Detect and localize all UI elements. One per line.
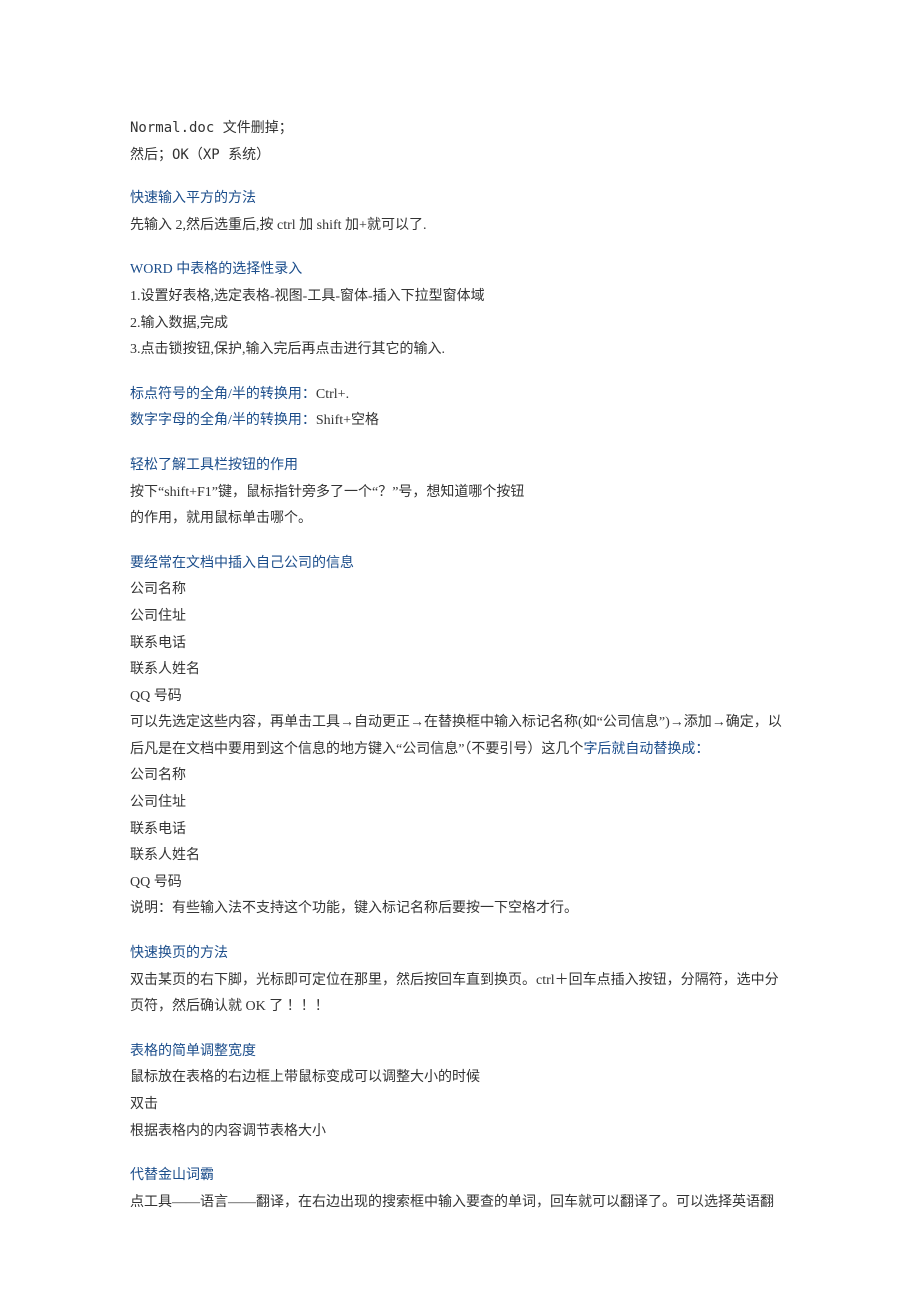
section-word-table: WORD 中表格的选择性录入 1.设置好表格,选定表格-视图-工具-窗体-插入下… xyxy=(130,257,790,363)
body-table-width-1: 鼠标放在表格的右边框上带鼠标变成可以调整大小的时候 xyxy=(130,1065,790,1092)
line-alpha-toggle: 数字字母的全角/半的转换用：Shift+空格 xyxy=(130,408,790,435)
heading-word-table: WORD 中表格的选择性录入 xyxy=(130,257,790,284)
section-dictionary: 代替金山词霸 点工具——语言——翻译，在右边出现的搜索框中输入要查的单词，回车就… xyxy=(130,1163,790,1216)
tail-punct-toggle: Ctrl+. xyxy=(316,387,349,402)
intro-section: Normal.doc 文件删掉； 然后；OK（XP 系统） xyxy=(130,115,790,168)
body-company-6b: 字后就自动替换成： xyxy=(583,742,709,757)
body-company-8: 公司住址 xyxy=(130,790,790,817)
body-company-3: 联系电话 xyxy=(130,631,790,658)
heading-company-info: 要经常在文档中插入自己公司的信息 xyxy=(130,551,790,578)
body-company-2: 公司住址 xyxy=(130,604,790,631)
body-quick-page-1: 双击某页的右下脚，光标即可定位在那里，然后按回车直到换页。ctrl＋回车点插入按… xyxy=(130,973,779,1015)
intro-line-2: 然后；OK（XP 系统） xyxy=(130,142,790,169)
heading-dictionary: 代替金山词霸 xyxy=(130,1163,790,1190)
tail-alpha-toggle: Shift+空格 xyxy=(316,413,379,428)
body-company-12: 说明：有些输入法不支持这个功能，键入标记名称后要按一下空格才行。 xyxy=(130,896,790,923)
body-company-11: QQ 号码 xyxy=(130,870,790,897)
body-table-width-2: 双击 xyxy=(130,1092,790,1119)
body-company-1: 公司名称 xyxy=(130,577,790,604)
section-company-info: 要经常在文档中插入自己公司的信息 公司名称 公司住址 联系电话 联系人姓名 QQ… xyxy=(130,551,790,923)
section-square-input: 快速输入平方的方法 先输入 2,然后选重后,按 ctrl 加 shift 加+就… xyxy=(130,186,790,239)
section-quick-page: 快速换页的方法 双击某页的右下脚，光标即可定位在那里，然后按回车直到换页。ctr… xyxy=(130,941,790,1021)
line-punct-toggle: 标点符号的全角/半的转换用：Ctrl+. xyxy=(130,382,790,409)
body-word-table-2: 2.输入数据,完成 xyxy=(130,311,790,338)
heading-alpha-toggle: 数字字母的全角/半的转换用： xyxy=(130,413,316,428)
body-company-4: 联系人姓名 xyxy=(130,657,790,684)
heading-toolbar-help: 轻松了解工具栏按钮的作用 xyxy=(130,453,790,480)
intro-line-1: Normal.doc 文件删掉； xyxy=(130,115,790,142)
body-word-table-3: 3.点击锁按钮,保护,输入完后再点击进行其它的输入. xyxy=(130,337,790,364)
body-square-input-1: 先输入 2,然后选重后,按 ctrl 加 shift 加+就可以了. xyxy=(130,213,790,240)
heading-punct-toggle: 标点符号的全角/半的转换用： xyxy=(130,387,316,402)
body-dictionary-1: 点工具——语言——翻译，在右边出现的搜索框中输入要查的单词，回车就可以翻译了。可… xyxy=(130,1195,774,1210)
body-company-10: 联系人姓名 xyxy=(130,843,790,870)
body-word-table-1: 1.设置好表格,选定表格-视图-工具-窗体-插入下拉型窗体域 xyxy=(130,284,790,311)
body-toolbar-help-1: 按下“shift+F1”键，鼠标指针旁多了一个“？”号，想知道哪个按钮 xyxy=(130,480,790,507)
body-company-5: QQ 号码 xyxy=(130,684,790,711)
section-table-width: 表格的简单调整宽度 鼠标放在表格的右边框上带鼠标变成可以调整大小的时候 双击 根… xyxy=(130,1039,790,1145)
section-fullwidth-toggle: 标点符号的全角/半的转换用：Ctrl+. 数字字母的全角/半的转换用：Shift… xyxy=(130,382,790,435)
heading-square-input: 快速输入平方的方法 xyxy=(130,186,790,213)
body-company-9: 联系电话 xyxy=(130,817,790,844)
body-table-width-3: 根据表格内的内容调节表格大小 xyxy=(130,1119,790,1146)
body-toolbar-help-2: 的作用，就用鼠标单击哪个。 xyxy=(130,506,790,533)
section-toolbar-help: 轻松了解工具栏按钮的作用 按下“shift+F1”键，鼠标指针旁多了一个“？”号… xyxy=(130,453,790,533)
heading-table-width: 表格的简单调整宽度 xyxy=(130,1039,790,1066)
heading-quick-page: 快速换页的方法 xyxy=(130,941,790,968)
body-company-7: 公司名称 xyxy=(130,763,790,790)
